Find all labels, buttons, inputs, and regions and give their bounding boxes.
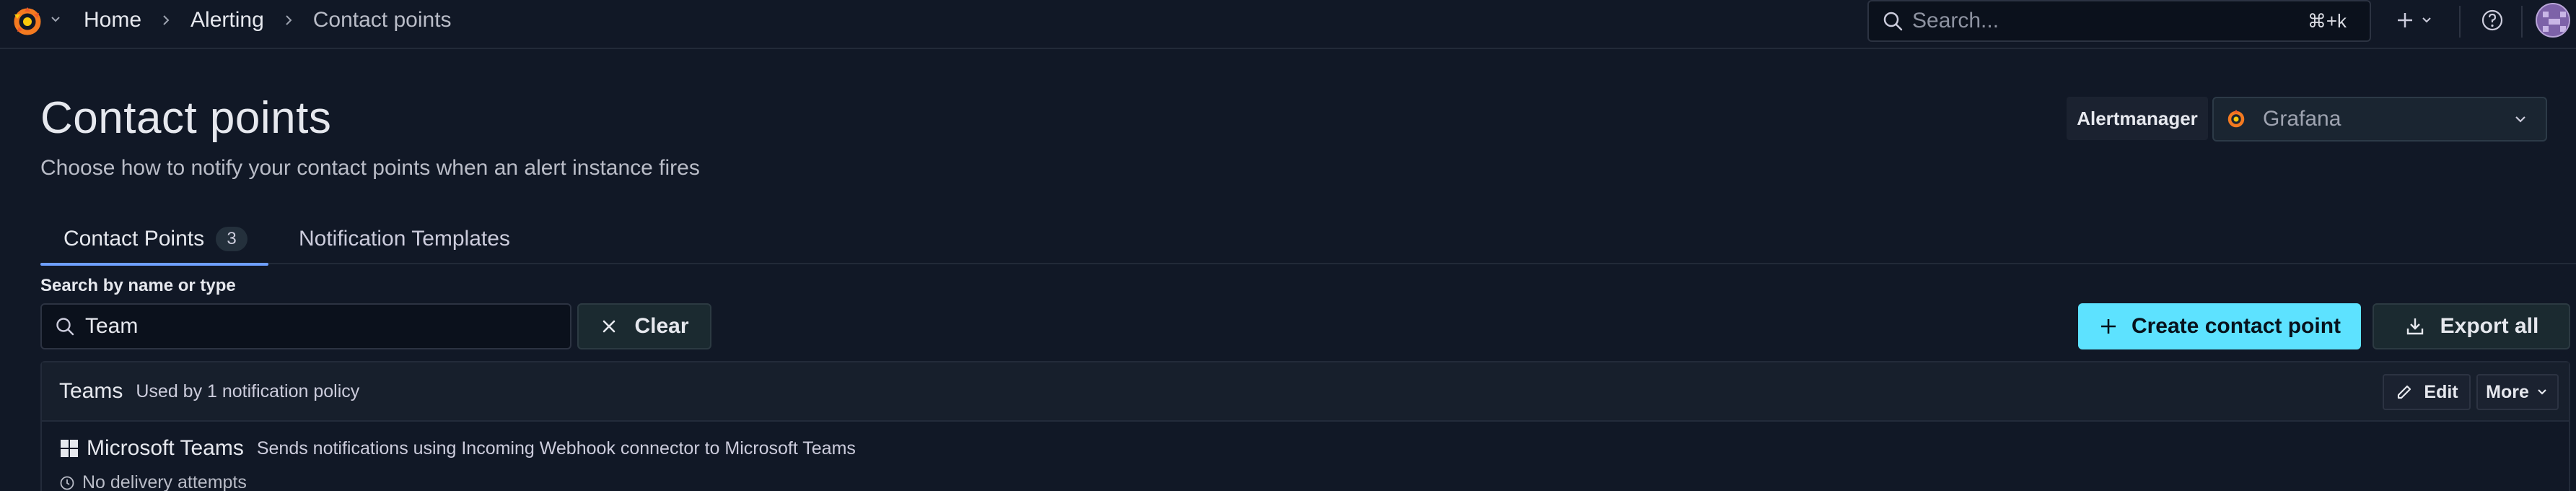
chevron-right-icon xyxy=(286,15,292,25)
tab-notification-templates[interactable]: Notification Templates xyxy=(299,214,510,264)
add-new-button[interactable] xyxy=(2381,3,2446,38)
user-avatar[interactable] xyxy=(2536,3,2570,38)
tab-label: Notification Templates xyxy=(299,227,510,251)
contact-point-search[interactable] xyxy=(40,303,571,349)
download-icon xyxy=(2406,318,2423,335)
alertmanager-select[interactable]: Grafana xyxy=(2212,97,2547,142)
more-button-label: More xyxy=(2486,381,2529,402)
page-subtitle: Choose how to notify your contact points… xyxy=(40,156,700,180)
breadcrumb-contact-points: Contact points xyxy=(312,8,452,32)
plus-icon xyxy=(2100,319,2116,334)
export-all-label: Export all xyxy=(2440,314,2539,338)
contact-point-name: Teams xyxy=(59,379,123,403)
top-navigation-bar: Home Alerting Contact points ⌘+k xyxy=(0,0,2576,49)
search-icon xyxy=(53,315,76,338)
microsoft-teams-icon xyxy=(61,440,78,457)
tab-contact-points[interactable]: Contact Points 3 xyxy=(40,214,268,266)
clear-button[interactable]: Clear xyxy=(577,303,711,349)
export-all-button[interactable]: Export all xyxy=(2373,303,2570,349)
page-title: Contact points xyxy=(40,93,332,143)
delivery-status: No delivery attempts xyxy=(59,472,247,491)
create-contact-point-button[interactable]: Create contact point xyxy=(2078,303,2361,349)
delivery-status-text: No delivery attempts xyxy=(82,472,247,491)
breadcrumb-home[interactable]: Home xyxy=(84,8,141,32)
contact-point-header: Teams Used by 1 notification policy Edit… xyxy=(42,362,2569,422)
alertmanager-selected-value: Grafana xyxy=(2263,107,2341,131)
chevron-down-icon[interactable] xyxy=(49,13,62,26)
plus-icon xyxy=(2398,13,2412,27)
create-contact-point-label: Create contact point xyxy=(2131,314,2341,338)
chevron-right-icon xyxy=(163,15,170,25)
clear-button-label: Clear xyxy=(634,314,689,338)
search-input[interactable] xyxy=(85,314,547,339)
chevron-down-icon xyxy=(2538,389,2546,395)
global-search[interactable]: ⌘+k xyxy=(1867,0,2371,42)
breadcrumb-alerting[interactable]: Alerting xyxy=(190,8,264,32)
more-button[interactable]: More xyxy=(2476,374,2559,410)
help-button[interactable] xyxy=(2475,3,2510,38)
search-input[interactable] xyxy=(1912,9,2302,33)
breadcrumb: Home Alerting Contact points xyxy=(84,6,452,35)
tab-bar: Contact Points 3 Notification Templates xyxy=(40,214,2576,266)
edit-button-label: Edit xyxy=(2424,381,2458,402)
toolbar-divider xyxy=(2521,6,2523,38)
filter-label: Search by name or type xyxy=(40,276,236,295)
search-shortcut: ⌘+k xyxy=(2307,9,2347,32)
alertmanager-label: Alertmanager xyxy=(2067,97,2208,140)
grafana-logo-icon xyxy=(2225,108,2247,130)
chevron-down-icon xyxy=(2515,116,2525,123)
close-icon xyxy=(603,320,615,333)
help-circle-icon xyxy=(2481,9,2503,31)
pencil-icon xyxy=(2398,385,2411,399)
edit-button[interactable]: Edit xyxy=(2383,374,2471,410)
grafana-logo-icon[interactable] xyxy=(10,4,45,39)
contact-point-usage: Used by 1 notification policy xyxy=(136,381,360,401)
contact-point-card: Teams Used by 1 notification policy Edit… xyxy=(40,361,2570,491)
tab-label: Contact Points xyxy=(63,227,205,251)
clock-icon xyxy=(60,476,74,490)
integration-name: Microsoft Teams xyxy=(87,436,244,460)
chevron-down-icon xyxy=(2422,17,2431,23)
integration-description: Sends notifications using Incoming Webho… xyxy=(256,438,856,459)
toolbar-divider xyxy=(2459,6,2461,38)
tab-counter-badge: 3 xyxy=(216,227,248,251)
integration-row: Microsoft Teams Sends notifications usin… xyxy=(59,436,856,461)
search-icon xyxy=(1880,9,1905,33)
